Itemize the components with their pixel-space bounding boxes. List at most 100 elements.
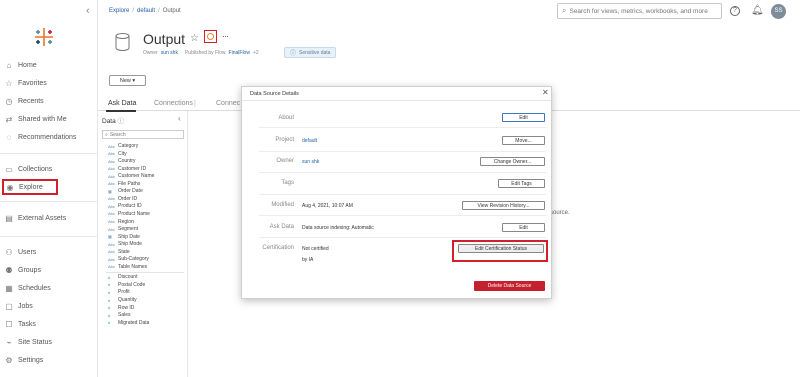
sidebar-item-schedules[interactable]: ▦ Schedules [4, 280, 50, 296]
bell-icon[interactable]: 🔔︎ [751, 5, 764, 16]
row-divider [259, 172, 546, 173]
global-search[interactable]: ⌕ [557, 3, 722, 19]
field-name: Profit [118, 289, 130, 296]
field-item[interactable]: Abc Segment [108, 226, 138, 232]
flow-extra-count[interactable]: +2 [253, 50, 259, 56]
project-link[interactable]: default [302, 138, 317, 144]
flow-link[interactable]: FinalFlow [229, 50, 250, 56]
sidebar-item-label: Groups [18, 266, 41, 274]
field-item[interactable]: # Quantity [108, 297, 137, 303]
collapse-panel-icon[interactable]: ‹ [178, 114, 181, 123]
tab-connected[interactable]: Connec [216, 100, 240, 107]
field-item[interactable]: # Row ID [108, 305, 134, 311]
field-item[interactable]: Abc Table Names [108, 264, 147, 270]
measure-type-icon: # [108, 282, 111, 288]
nav-divider [0, 201, 98, 202]
field-item[interactable]: # Profit [108, 289, 130, 295]
sidebar-item-shared-with-me[interactable]: ⇄ Shared with Me [4, 111, 67, 127]
breadcrumb-project[interactable]: default [137, 8, 155, 14]
sidebar-item-label: Users [18, 248, 37, 256]
sidebar-item-favorites[interactable]: ☆ Favorites [4, 75, 46, 91]
favorite-star-icon[interactable]: ☆ [190, 33, 199, 44]
owner-link[interactable]: sun shk [302, 159, 319, 165]
field-item[interactable]: # Discount [108, 274, 137, 280]
nav-divider [0, 153, 98, 154]
external-icon: ▤ [5, 213, 13, 223]
dimension-type-icon: Abc [108, 158, 115, 164]
share-icon: ⇄ [5, 114, 13, 124]
help-icon[interactable]: ? [730, 6, 740, 16]
field-item[interactable]: Abc Product ID [108, 203, 142, 209]
sidebar-item-jobs[interactable]: ▢ Jobs [4, 298, 33, 314]
field-item[interactable]: # Sales [108, 312, 131, 318]
sensitive-data-label: Sensitive data [299, 49, 331, 56]
sidebar-item-users[interactable]: ⚇ Users [4, 244, 36, 260]
field-name: State [118, 248, 130, 255]
edit-about-button[interactable]: Edit [502, 113, 545, 122]
field-item[interactable]: Abc Category [108, 143, 138, 149]
edit-certification-status-button[interactable]: Edit Certification Status [458, 244, 544, 253]
bulb-icon: ◌ [6, 132, 12, 142]
collapse-nav-icon[interactable]: ‹ [86, 5, 90, 17]
view-revision-history-button[interactable]: View Revision History... [462, 201, 545, 210]
move-button[interactable]: Move... [502, 136, 545, 145]
sidebar-item-label: External Assets [18, 214, 67, 222]
field-item[interactable]: Abc Region [108, 219, 134, 225]
owner-link[interactable]: sun shk [161, 50, 178, 56]
field-item[interactable]: Abc File Paths [108, 181, 140, 187]
field-item[interactable]: Abc Order ID [108, 196, 137, 202]
sidebar-item-label: Tasks [18, 320, 36, 328]
tab-ask-data[interactable]: Ask Data [108, 100, 136, 107]
edit-ask-data-button[interactable]: Edit [502, 223, 545, 232]
avatar[interactable]: SS [771, 4, 786, 19]
field-name: Order Date [118, 188, 143, 195]
sidebar-item-groups[interactable]: ⚉ Groups [4, 262, 41, 278]
change-owner-button[interactable]: Change Owner... [480, 157, 545, 166]
field-item[interactable]: # Postal Code [108, 282, 145, 288]
new-button[interactable]: New ▾ [109, 75, 146, 86]
sidebar-item-tasks[interactable]: ☐ Tasks [4, 316, 36, 332]
sidebar-item-explore[interactable]: ◉ Explore [2, 179, 58, 195]
sidebar-item-recommendations[interactable]: ◌ Recommendations [4, 129, 77, 145]
field-item[interactable]: # Migrated Data [108, 320, 149, 326]
sidebar-item-recents[interactable]: ◷ Recents [4, 93, 44, 109]
tab-divider: | [194, 100, 196, 107]
tab-connections[interactable]: Connections [154, 100, 193, 107]
breadcrumb-explore[interactable]: Explore [109, 8, 129, 14]
about-label: About [278, 115, 294, 121]
field-item[interactable]: Abc Sub-Category [108, 256, 149, 262]
row-divider [259, 127, 546, 128]
certification-icon[interactable] [204, 30, 217, 43]
jobs-icon: ▢ [5, 301, 13, 311]
sidebar-item-external-assets[interactable]: ▤ External Assets [4, 210, 66, 226]
field-item[interactable]: Abc Customer ID [108, 166, 146, 172]
field-item[interactable]: ▦ Order Date [108, 188, 143, 194]
sidebar-item-collections[interactable]: ▭ Collections [4, 161, 52, 177]
dimension-type-icon: Abc [108, 181, 115, 187]
field-item[interactable]: Abc State [108, 249, 130, 255]
search-input[interactable] [569, 7, 710, 15]
close-icon[interactable]: ✕ [542, 88, 549, 97]
field-item[interactable]: Abc Customer Name [108, 173, 154, 179]
data-source-details-dialog: Data Source Details ✕ About Edit Project… [241, 86, 552, 299]
field-item[interactable]: ▦ Ship Date [108, 234, 140, 240]
measure-type-icon: # [108, 289, 111, 295]
field-item[interactable]: Abc City [108, 151, 127, 157]
field-search[interactable]: ⌕ Search [102, 130, 184, 139]
field-name: Ship Date [118, 233, 140, 240]
sidebar-item-settings[interactable]: ⚙ Settings [4, 352, 43, 368]
sidebar-item-site-status[interactable]: ⌁ Site Status [4, 334, 52, 350]
collection-icon: ▭ [5, 164, 13, 174]
tasks-icon: ☐ [5, 319, 13, 329]
delete-data-source-button[interactable]: Delete Data Source [474, 281, 545, 291]
page-title: Output [143, 31, 186, 47]
field-item[interactable]: Abc Product Name [108, 211, 150, 217]
sidebar-item-home[interactable]: ⌂ Home [4, 57, 37, 73]
dialog-divider [242, 100, 551, 101]
row-divider [259, 194, 546, 195]
edit-tags-button[interactable]: Edit Tags [498, 179, 545, 188]
sensitive-data-badge[interactable]: ⓘ Sensitive data [284, 47, 337, 58]
more-actions-icon[interactable]: ··· [222, 31, 229, 41]
field-item[interactable]: Abc Ship Mode [108, 241, 142, 247]
field-item[interactable]: Abc Country [108, 158, 136, 164]
